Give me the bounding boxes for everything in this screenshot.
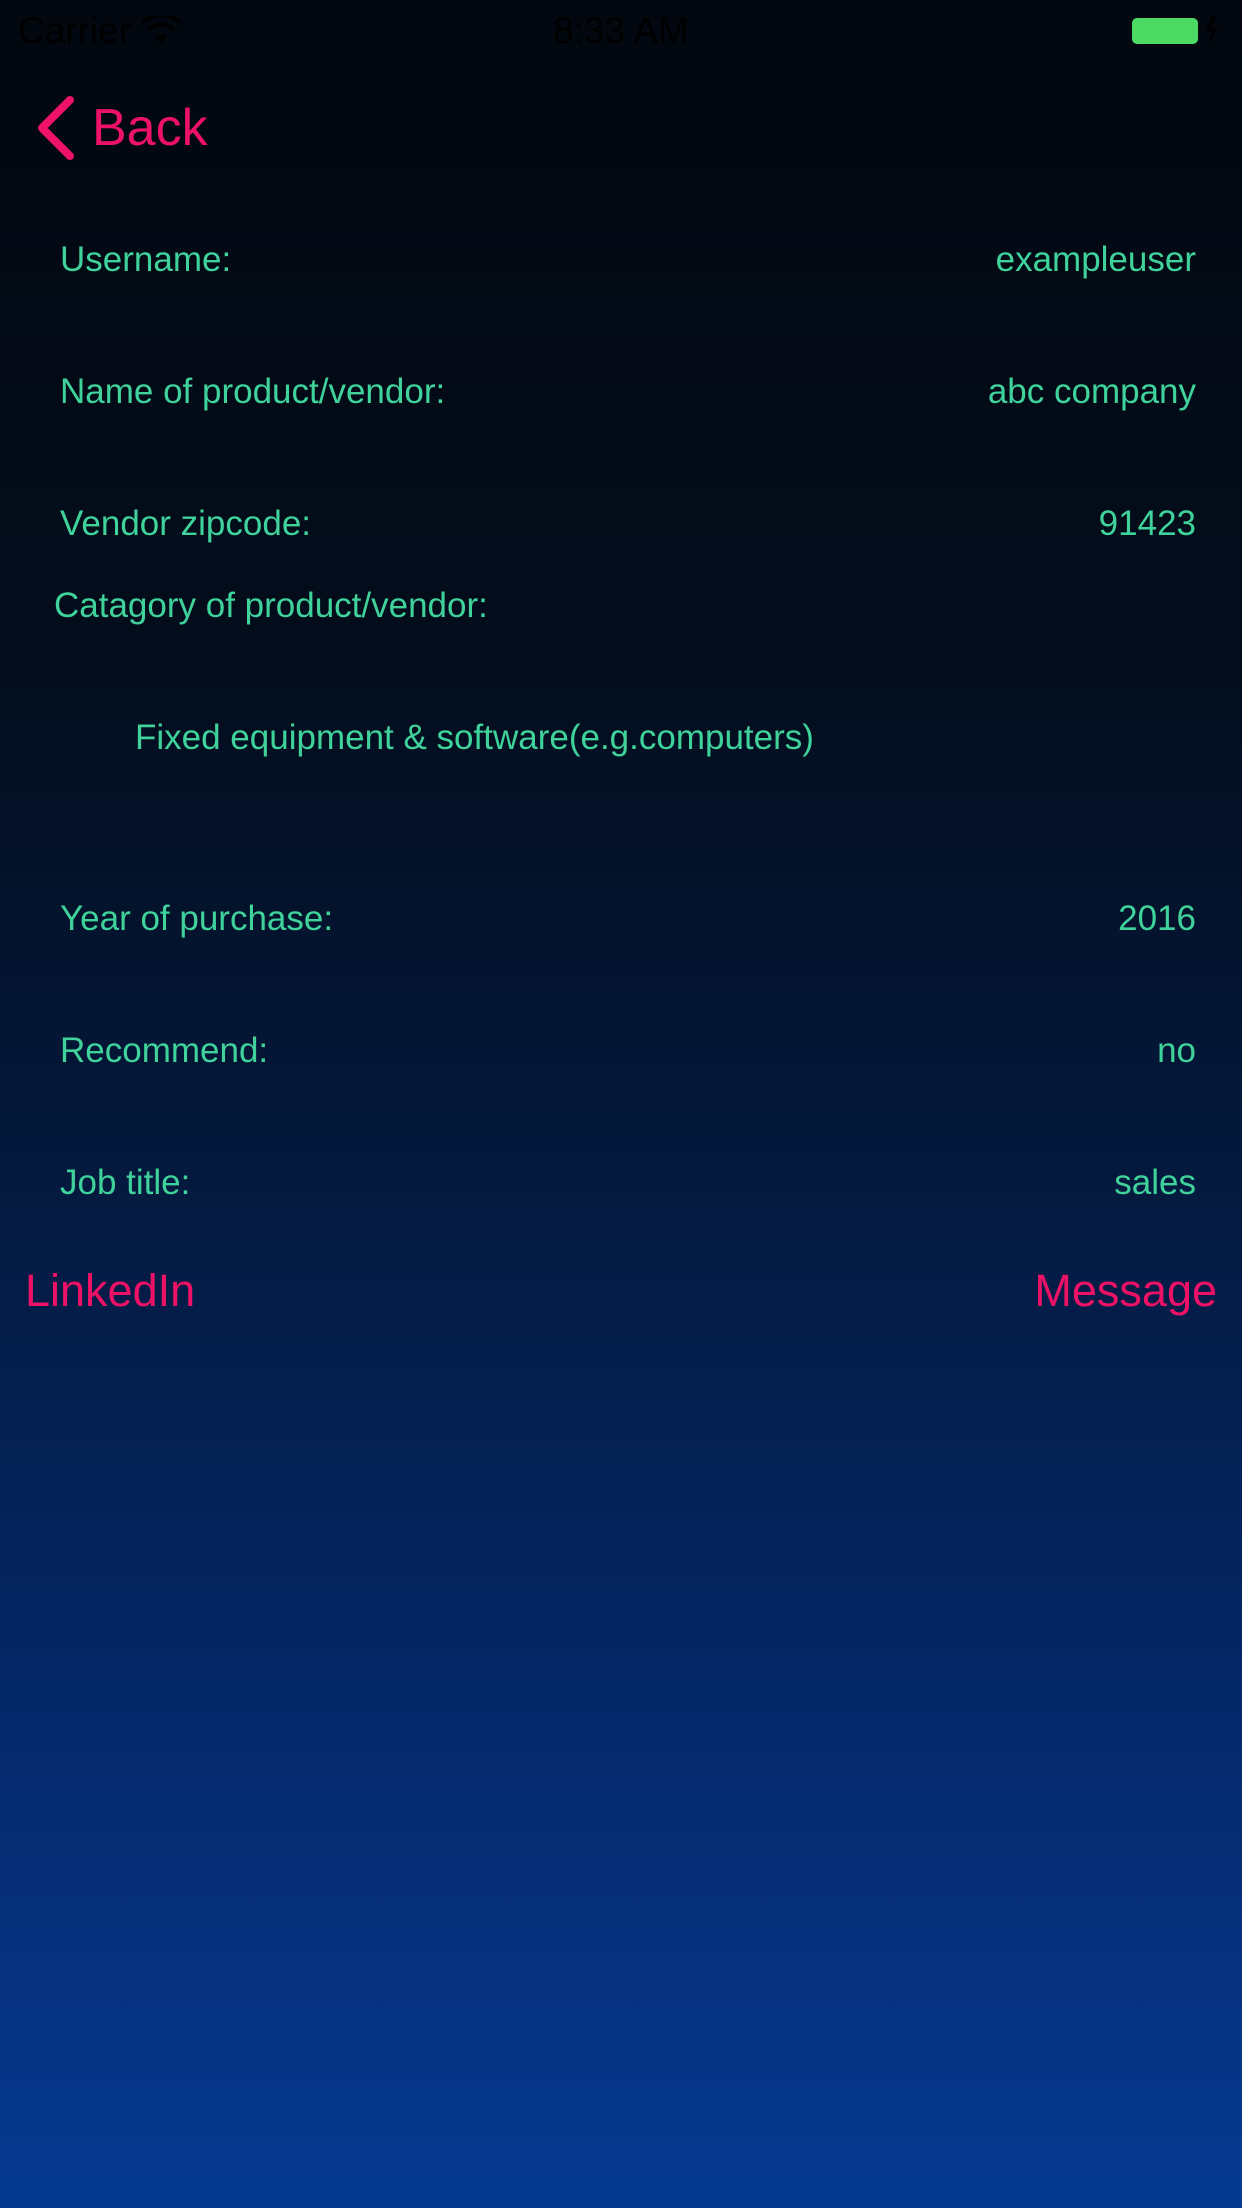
username-row: Username: exampleuser bbox=[60, 236, 1196, 284]
linkedin-button[interactable]: LinkedIn bbox=[25, 1265, 195, 1317]
category-label: Catagory of product/vendor: bbox=[54, 586, 488, 625]
vendor-name-row: Name of product/vendor: abc company bbox=[60, 368, 1196, 416]
back-label: Back bbox=[92, 99, 208, 157]
year-label: Year of purchase: bbox=[60, 899, 334, 938]
recommend-value: no bbox=[1157, 1031, 1196, 1070]
zipcode-label: Vendor zipcode: bbox=[60, 504, 312, 543]
status-bar: Carrier 8:33 AM bbox=[0, 0, 1242, 60]
vendor-name-value: abc company bbox=[987, 372, 1196, 411]
back-button[interactable]: Back bbox=[34, 96, 208, 160]
battery-icon bbox=[1132, 16, 1218, 46]
category-value: Fixed equipment & software(e.g.computers… bbox=[135, 718, 814, 757]
recommend-row: Recommend: no bbox=[60, 1027, 1196, 1075]
username-value: exampleuser bbox=[995, 240, 1196, 279]
message-button[interactable]: Message bbox=[1034, 1265, 1217, 1317]
vendor-name-label: Name of product/vendor: bbox=[60, 372, 446, 411]
zipcode-row: Vendor zipcode: 91423 bbox=[60, 500, 1196, 548]
job-label: Job title: bbox=[60, 1163, 191, 1202]
recommend-label: Recommend: bbox=[60, 1031, 269, 1070]
username-label: Username: bbox=[60, 240, 232, 279]
zipcode-value: 91423 bbox=[1098, 504, 1196, 543]
year-value: 2016 bbox=[1118, 899, 1196, 938]
job-value: sales bbox=[1114, 1163, 1196, 1202]
status-time: 8:33 AM bbox=[553, 10, 689, 51]
chevron-left-icon bbox=[38, 96, 74, 160]
job-row: Job title: sales bbox=[60, 1159, 1196, 1207]
year-row: Year of purchase: 2016 bbox=[60, 895, 1196, 943]
